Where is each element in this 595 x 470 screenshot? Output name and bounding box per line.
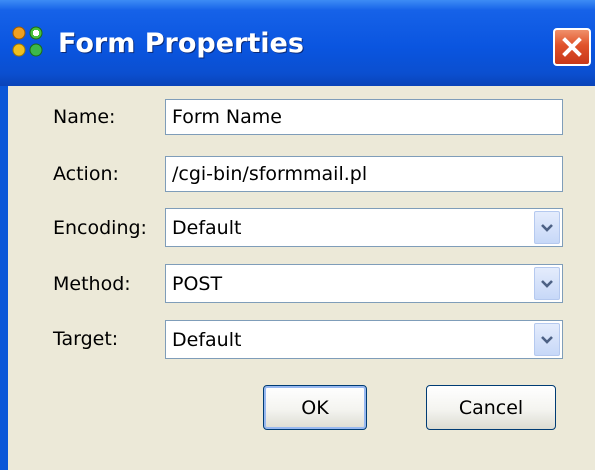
encoding-value: Default [172, 216, 242, 239]
ok-button[interactable]: OK [263, 385, 367, 430]
action-field[interactable]: /cgi-bin/sformmail.pl [165, 156, 563, 192]
name-value: Form Name [172, 106, 282, 128]
method-select[interactable]: POST [165, 264, 563, 303]
cancel-button[interactable]: Cancel [426, 385, 556, 430]
action-value: /cgi-bin/sformmail.pl [172, 163, 368, 185]
form-properties-icon [11, 25, 45, 59]
target-select[interactable]: Default [165, 320, 563, 359]
encoding-select[interactable]: Default [165, 208, 563, 247]
target-value: Default [172, 328, 242, 351]
method-label: Method: [53, 273, 131, 295]
target-dropdown-button[interactable] [534, 323, 560, 356]
method-dropdown-button[interactable] [534, 267, 560, 300]
target-label: Target: [53, 328, 119, 350]
dialog-title: Form Properties [58, 28, 304, 59]
form-properties-window: Form Properties Name: Form Name Action: … [0, 0, 595, 470]
close-button[interactable] [553, 28, 591, 66]
name-field[interactable]: Form Name [165, 99, 563, 135]
encoding-label: Encoding: [53, 217, 147, 239]
chevron-down-icon [541, 336, 553, 344]
method-value: POST [172, 272, 223, 295]
chevron-down-icon [541, 280, 553, 288]
action-label: Action: [53, 163, 119, 185]
dialog-body: Name: Form Name Action: /cgi-bin/sformma… [8, 86, 595, 470]
chevron-down-icon [541, 224, 553, 232]
close-icon [562, 37, 582, 57]
encoding-dropdown-button[interactable] [534, 211, 560, 244]
title-bar[interactable]: Form Properties [0, 0, 595, 86]
name-label: Name: [53, 106, 116, 128]
